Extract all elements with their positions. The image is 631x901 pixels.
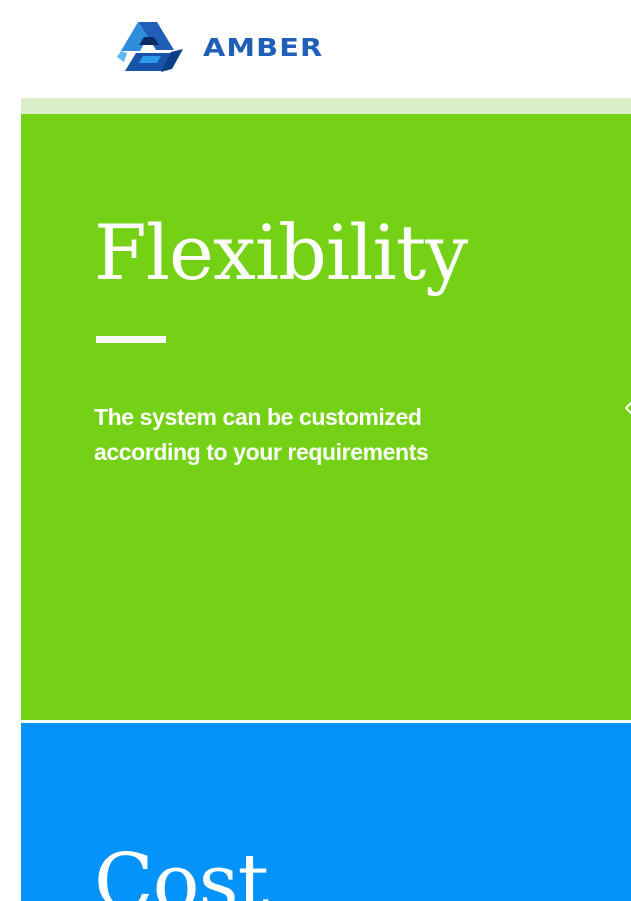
amber-cube-logo-icon bbox=[117, 22, 183, 72]
feature-title: Flexibility bbox=[94, 208, 468, 297]
chevron-left-icon[interactable] bbox=[625, 401, 631, 415]
feature-description-line: according to your requirements bbox=[94, 439, 429, 465]
feature-description-line: The system can be customized bbox=[94, 404, 422, 430]
feature-panel-cost: Cost bbox=[21, 723, 631, 901]
feature-description: The system can be customized according t… bbox=[94, 400, 564, 470]
title-underline-divider bbox=[96, 336, 166, 343]
section-accent-strip bbox=[21, 98, 631, 114]
logo-wordmark: AMBER bbox=[203, 32, 324, 62]
feature-panel-flexibility: Flexibility The system can be customized… bbox=[21, 114, 631, 720]
amber-logo-link[interactable]: AMBER bbox=[113, 14, 322, 78]
site-header: AMBER bbox=[0, 0, 631, 100]
feature-title: Cost bbox=[94, 838, 269, 901]
